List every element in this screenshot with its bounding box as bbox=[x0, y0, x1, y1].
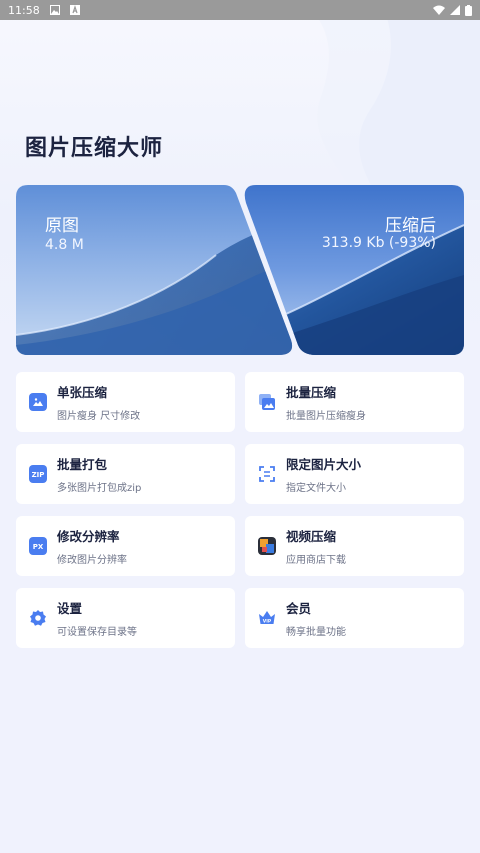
feature-resolution[interactable]: PX 修改分辨率 修改图片分辨率 bbox=[16, 516, 235, 576]
feature-size-limit[interactable]: 限定图片大小 指定文件大小 bbox=[245, 444, 464, 504]
status-time: 11:58 bbox=[8, 3, 40, 17]
card-subtitle: 指定文件大小 bbox=[286, 483, 346, 494]
card-subtitle: 应用商店下载 bbox=[286, 555, 346, 566]
card-title: 限定图片大小 bbox=[286, 457, 362, 472]
feature-grid: 单张压缩 图片瘦身 尺寸修改 批量压缩 批量图片压缩瘦身 ZIP 批量打包 多张… bbox=[16, 372, 464, 648]
status-bar: 11:58 bbox=[0, 0, 480, 20]
card-subtitle: 多张图片打包成zip bbox=[57, 483, 142, 494]
px-icon: PX bbox=[29, 537, 47, 555]
image-icon bbox=[49, 5, 60, 15]
multi-image-icon bbox=[258, 393, 276, 411]
feature-video-compress[interactable]: 视频压缩 应用商店下载 bbox=[245, 516, 464, 576]
feature-batch-zip[interactable]: ZIP 批量打包 多张图片打包成zip bbox=[16, 444, 235, 504]
card-title: 设置 bbox=[57, 601, 83, 616]
compressed-size: 313.9 Kb (-93%) bbox=[321, 235, 436, 251]
wifi-icon bbox=[433, 5, 445, 15]
notification-a-icon bbox=[69, 5, 80, 15]
feature-vip[interactable]: VIP 会员 畅享批量功能 bbox=[245, 588, 464, 648]
compressed-label: 压缩后 bbox=[385, 216, 436, 236]
original-size: 4.8 M bbox=[45, 237, 84, 253]
original-label: 原图 bbox=[45, 216, 79, 236]
size-limit-icon bbox=[258, 465, 276, 483]
battery-icon bbox=[465, 4, 472, 16]
single-image-icon bbox=[29, 393, 47, 411]
card-subtitle: 图片瘦身 尺寸修改 bbox=[57, 411, 141, 422]
card-title: 单张压缩 bbox=[57, 385, 108, 400]
card-title: 批量压缩 bbox=[286, 385, 337, 400]
header-swoosh bbox=[300, 0, 480, 200]
card-title: 批量打包 bbox=[57, 457, 108, 472]
feature-batch-compress[interactable]: 批量压缩 批量图片压缩瘦身 bbox=[245, 372, 464, 432]
svg-text:VIP: VIP bbox=[263, 619, 272, 625]
card-subtitle: 可设置保存目录等 bbox=[57, 627, 137, 638]
card-subtitle: 畅享批量功能 bbox=[286, 627, 346, 638]
svg-text:PX: PX bbox=[33, 543, 44, 551]
compression-preview: 原图 4.8 M 压缩后 313.9 Kb (-93%) bbox=[16, 185, 464, 355]
card-title: 修改分辨率 bbox=[57, 529, 120, 544]
card-title: 视频压缩 bbox=[286, 529, 337, 544]
gear-icon bbox=[29, 609, 47, 627]
card-subtitle: 修改图片分辨率 bbox=[57, 555, 127, 566]
video-app-icon bbox=[258, 537, 276, 555]
page-title: 图片压缩大师 bbox=[25, 136, 164, 161]
vip-crown-icon: VIP bbox=[258, 609, 276, 627]
card-subtitle: 批量图片压缩瘦身 bbox=[286, 411, 366, 422]
zip-icon: ZIP bbox=[29, 465, 47, 483]
feature-settings[interactable]: 设置 可设置保存目录等 bbox=[16, 588, 235, 648]
feature-single-compress[interactable]: 单张压缩 图片瘦身 尺寸修改 bbox=[16, 372, 235, 432]
signal-icon bbox=[450, 5, 460, 15]
card-title: 会员 bbox=[286, 601, 312, 616]
svg-text:ZIP: ZIP bbox=[32, 471, 45, 479]
